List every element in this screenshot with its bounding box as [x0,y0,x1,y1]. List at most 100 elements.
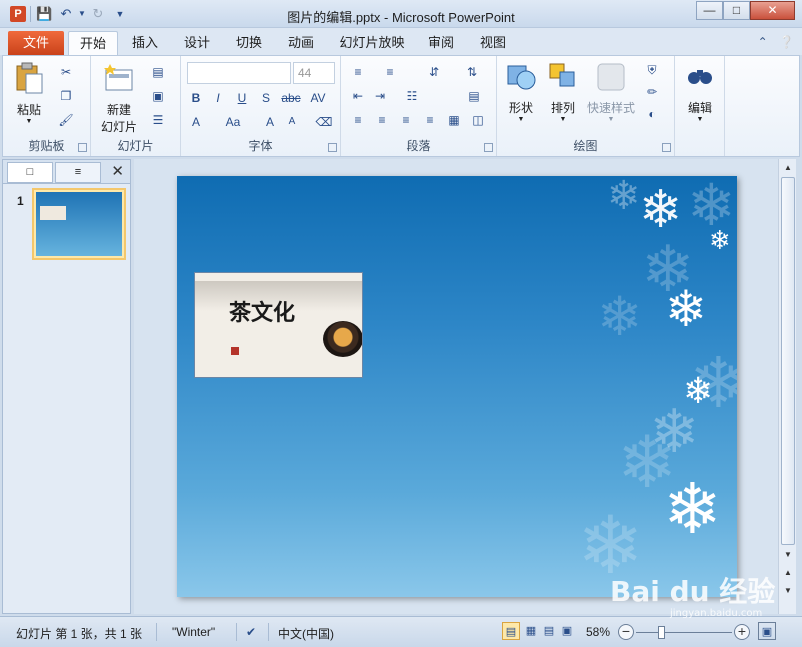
normal-view-icon[interactable]: ▤ [502,622,520,640]
slide-canvas[interactable]: ❄ ❄ ❄ ❄ ❄ ❄ ❄ ❄ ❄ ❄ ❄ ❄ ❄ 茶文化 [177,176,737,597]
tea-cup-icon [323,321,362,357]
group-label-slides: 幻灯片 [117,139,154,153]
scrollbar-thumb[interactable] [781,177,795,545]
collapse-ribbon-icon[interactable]: ⌃ [758,35,768,49]
tab-animations[interactable]: 动画 [278,31,324,55]
grow-font-button[interactable]: A [261,114,279,130]
slide-thumbnail[interactable] [32,188,126,260]
bullets-icon[interactable]: ≡ [349,64,367,80]
line-spacing-icon[interactable]: ⇵ [425,64,443,80]
previous-slide-icon[interactable]: ▲ [780,565,796,581]
reset-icon[interactable]: ▣ [149,88,167,104]
zoom-in-icon[interactable]: + [734,624,750,640]
align-center-icon[interactable]: ≡ [373,112,391,128]
paste-button[interactable]: 粘贴 ▼ [9,62,49,125]
quick-styles-label: 快速样式 [586,101,635,115]
minimize-button[interactable]: — [696,1,723,20]
numbering-icon[interactable]: ≡ [381,64,399,80]
tea-culture-picture[interactable]: 茶文化 [194,272,363,378]
justify-icon[interactable]: ≡ [421,112,439,128]
tab-review[interactable]: 审阅 [418,31,464,55]
tea-culture-calligraphy: 茶文化 [229,300,296,326]
quick-styles-button[interactable]: 快速样式 ▼ [585,60,637,123]
font-size-field[interactable]: 44 [293,62,335,84]
underline-button[interactable]: U [233,90,251,106]
zoom-level[interactable]: 58% [586,625,610,639]
editing-dropdown-icon: ▼ [696,116,704,123]
arrange-icon [549,63,575,87]
zoom-slider[interactable] [636,632,732,633]
tab-transitions[interactable]: 切换 [226,31,272,55]
shadow-button[interactable]: S [257,90,275,106]
group-label-paragraph: 段落 [406,139,431,153]
new-slide-button[interactable]: 新建 幻灯片 [95,62,143,135]
font-launcher-icon[interactable] [328,143,337,152]
close-pane-icon[interactable]: ✕ [111,162,124,180]
editing-button[interactable]: 编辑 ▼ [681,60,719,123]
scroll-up-icon[interactable]: ▲ [780,160,796,176]
decrease-indent-icon[interactable]: ⇤ [349,88,367,104]
slideshow-view-icon[interactable]: ▣ [558,622,576,640]
zoom-out-icon[interactable]: − [618,624,634,640]
theme-name-status: "Winter" [172,625,216,639]
arrange-button[interactable]: 排列 ▼ [545,60,581,123]
scroll-down-icon[interactable]: ▼ [780,547,796,563]
font-size-dialog-button[interactable]: Aa [221,114,245,130]
clipboard-launcher-icon[interactable] [78,143,87,152]
tab-slides-thumbnails[interactable]: □ [7,162,53,183]
group-label-drawing: 绘图 [573,139,598,153]
bold-button[interactable]: B [187,90,205,106]
tab-outline[interactable]: ≡ [55,162,101,183]
next-slide-icon[interactable]: ▼ [780,583,796,599]
shape-effects-icon[interactable]: ◐ [643,106,661,122]
reading-view-icon[interactable]: ▤ [540,622,558,640]
tab-home[interactable]: 开始 [68,31,118,55]
align-right-icon[interactable]: ≡ [397,112,415,128]
snowflake-icon: ❄ [665,280,707,338]
tab-view[interactable]: 视图 [470,31,516,55]
cut-icon[interactable]: ✂ [57,64,75,80]
layout-icon[interactable]: ▤ [149,64,167,80]
thumbnail-picture [40,206,66,220]
char-spacing-button[interactable]: AV [307,90,329,106]
clear-format-icon[interactable]: ⌫ [315,114,333,130]
vertical-scrollbar[interactable]: ▲ ▼ ▲ ▼ [778,159,796,614]
close-button[interactable]: ✕ [750,1,795,20]
font-name-field[interactable] [187,62,291,84]
fit-to-window-icon[interactable]: ▣ [758,622,776,640]
format-painter-icon[interactable]: 🖌 [57,112,75,128]
help-icon[interactable]: ❔ [779,35,794,49]
shape-fill-icon[interactable]: ⛨ [643,62,661,78]
tab-insert[interactable]: 插入 [122,31,168,55]
distribute-icon[interactable]: ▦ [445,112,463,128]
drawing-launcher-icon[interactable] [662,143,671,152]
columns-icon[interactable]: ☷ [403,88,421,104]
group-drawing: 形状 ▼ 排列 ▼ 快速样式 ▼ ⛨ ✏ ◐ 绘图 [497,56,675,156]
tab-design[interactable]: 设计 [174,31,220,55]
text-direction-icon[interactable]: ⇅ [463,64,481,80]
section-icon[interactable]: ☰ [149,112,167,128]
copy-icon[interactable]: ❐ [57,88,75,104]
align-text-icon[interactable]: ▤ [465,88,483,104]
language-status[interactable]: 中文(中国) [278,625,334,642]
spell-check-icon[interactable]: ✔ [246,625,256,639]
shrink-font-button[interactable]: A [283,114,301,130]
shapes-label: 形状 [508,101,533,115]
shape-outline-icon[interactable]: ✏ [643,84,661,100]
strikethrough-button[interactable]: abc [279,90,303,106]
tab-slideshow[interactable]: 幻灯片放映 [334,31,410,55]
maximize-button[interactable]: □ [723,1,750,20]
increase-indent-icon[interactable]: ⇥ [371,88,389,104]
paste-icon [16,62,43,94]
ribbon-home: 粘贴 ▼ ✂ ❐ 🖌 剪贴板 新建 幻灯片 ▤ ▣ ☰ 幻灯片 44 B I U… [2,55,800,157]
align-left-icon[interactable]: ≡ [349,112,367,128]
paragraph-launcher-icon[interactable] [484,143,493,152]
slide-sorter-view-icon[interactable]: ▦ [522,622,540,640]
zoom-slider-thumb[interactable] [658,626,665,639]
title-bar: P 💾 ↶ ▼ ↻ ▼ 图片的编辑.pptx - Microsoft Power… [0,0,802,28]
shapes-button[interactable]: 形状 ▼ [503,60,539,123]
change-case-button[interactable]: A [187,114,205,130]
tab-file[interactable]: 文件 [8,31,64,55]
italic-button[interactable]: I [209,90,227,106]
smartart-icon[interactable]: ◫ [469,112,487,128]
